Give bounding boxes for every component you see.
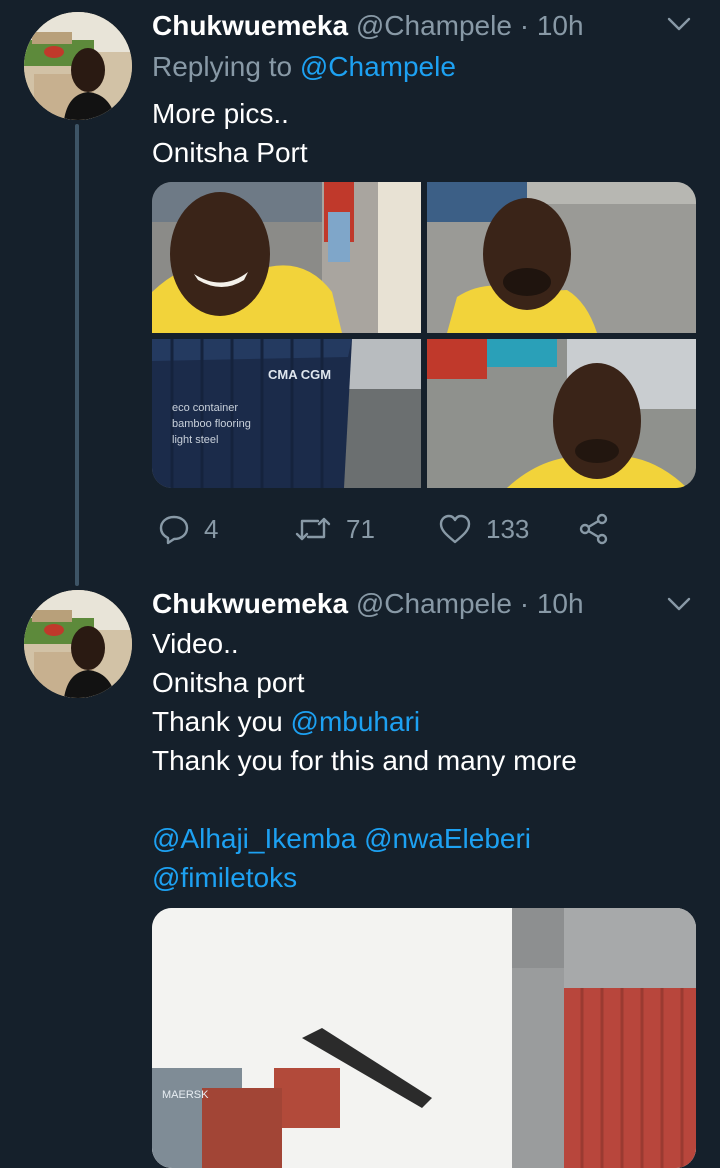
container-text: bamboo flooring (172, 418, 251, 430)
author-handle[interactable]: @Champele (356, 588, 512, 619)
timestamp[interactable]: 10h (537, 588, 584, 619)
photo-grid: CMA CGM eco container bamboo flooring li… (152, 182, 696, 488)
like-button[interactable]: 133 (438, 506, 529, 552)
photo-selfie-smiling[interactable] (152, 182, 421, 333)
retweet-count: 71 (346, 513, 375, 544)
chevron-down-icon[interactable] (666, 594, 692, 614)
separator-dot: · (519, 10, 530, 41)
share-icon (579, 513, 608, 545)
tweet-header: Chukwuemeka @Champele · 10h (152, 8, 584, 44)
tweet-line: Thank you @mbuhari (152, 702, 577, 741)
photo-selfie-bald[interactable] (427, 182, 696, 333)
avatar[interactable] (24, 590, 132, 698)
container-brand: CMA CGM (268, 367, 331, 382)
thread-line (75, 124, 79, 586)
mention-link[interactable]: @Alhaji_Ikemba @nwaEleberi (152, 819, 577, 858)
tweet-text: Video.. Onitsha port Thank you @mbuhari … (152, 624, 577, 897)
share-button[interactable] (578, 506, 624, 552)
video-thumbnail[interactable]: MAERSK (152, 908, 696, 1168)
tweet-header: Chukwuemeka @Champele · 10h (152, 586, 584, 622)
container-brand: MAERSK (162, 1089, 209, 1101)
container-text: eco container (172, 402, 238, 414)
reply-count: 4 (204, 513, 219, 544)
tweet-line: Thank you for this and many more (152, 745, 577, 776)
mention-link[interactable]: @mbuhari (291, 706, 421, 737)
replying-to-label: Replying to (152, 51, 293, 82)
separator-dot: · (519, 588, 530, 619)
avatar[interactable] (24, 12, 132, 120)
tweet-text: More pics.. Onitsha Port (152, 94, 308, 172)
author-name[interactable]: Chukwuemeka (152, 588, 348, 619)
tweet-line: Onitsha Port (152, 137, 308, 168)
retweet-icon (295, 517, 331, 541)
tweet-line: Onitsha port (152, 667, 305, 698)
tweet-line: Video.. (152, 628, 239, 659)
photo-container-yard[interactable]: CMA CGM eco container bamboo flooring li… (152, 339, 421, 488)
reply-icon (159, 515, 189, 545)
tweet-2[interactable]: Chukwuemeka @Champele · 10h Video.. Onit… (0, 580, 720, 1168)
replying-to-handle[interactable]: @Champele (300, 51, 456, 82)
tweet-1[interactable]: Chukwuemeka @Champele · 10h Replying to … (0, 0, 720, 586)
timestamp[interactable]: 10h (537, 10, 584, 41)
author-name[interactable]: Chukwuemeka (152, 10, 348, 41)
tweet-line: More pics.. (152, 98, 289, 129)
tweet-line-text: Thank you (152, 706, 291, 737)
tweet-actions: 4 71 133 (152, 506, 632, 552)
reply-button[interactable]: 4 (158, 506, 218, 552)
retweet-button[interactable]: 71 (294, 506, 375, 552)
replying-to: Replying to @Champele (152, 48, 456, 86)
chevron-down-icon[interactable] (666, 14, 692, 34)
author-handle[interactable]: @Champele (356, 10, 512, 41)
container-text: light steel (172, 434, 218, 446)
like-count: 133 (486, 513, 530, 544)
mention-link[interactable]: @fimiletoks (152, 858, 577, 897)
photo-selfie-closeup[interactable] (427, 339, 696, 488)
like-icon (439, 514, 471, 544)
